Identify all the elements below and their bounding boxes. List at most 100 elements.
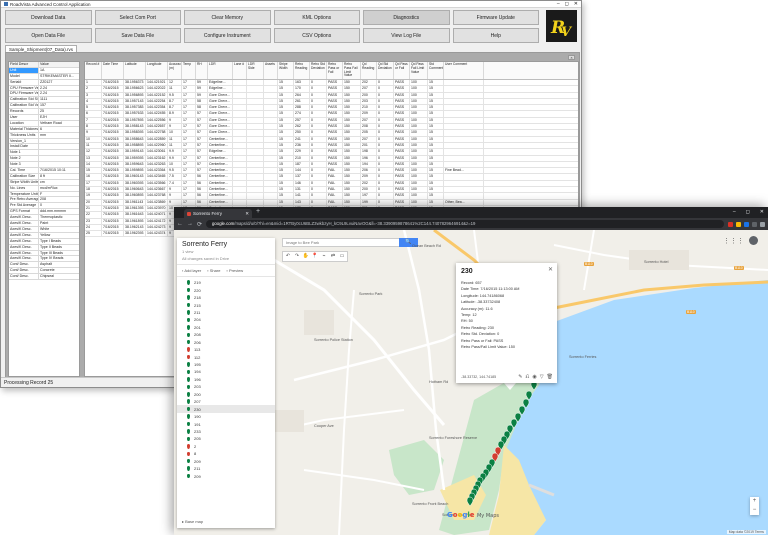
map-title[interactable]: Sorrento Ferry: [177, 238, 275, 248]
list-item[interactable]: 190: [187, 413, 275, 420]
undo-icon[interactable]: ↶: [284, 253, 292, 260]
column-header[interactable]: Accuracy (m): [168, 62, 182, 79]
list-item[interactable]: 112: [187, 353, 275, 360]
add-layer-button[interactable]: Add layer: [182, 268, 201, 273]
draw-line-icon[interactable]: ⌁: [320, 253, 328, 260]
list-item[interactable]: 219: [187, 279, 275, 286]
column-header[interactable]: Longitude: [146, 62, 168, 79]
back-button[interactable]: ←: [177, 221, 183, 227]
column-header[interactable]: Std Comments: [428, 62, 444, 79]
camera-icon[interactable]: ◉: [532, 374, 536, 380]
list-item[interactable]: 233: [187, 428, 275, 435]
column-header[interactable]: Retro Pass Fail Limit Value: [343, 62, 361, 79]
column-header[interactable]: Qd Std Deviation: [377, 62, 394, 79]
extension-icon[interactable]: [744, 221, 749, 227]
list-item[interactable]: 200: [187, 391, 275, 398]
directions-icon[interactable]: ⇄: [329, 253, 337, 260]
close-doc-icon[interactable]: ×: [568, 55, 575, 60]
add-marker-icon[interactable]: 📍: [311, 253, 319, 260]
new-tab-button[interactable]: +: [256, 208, 260, 215]
view-log-file-button[interactable]: View Log File: [363, 28, 450, 43]
maximize-button[interactable]: ◻: [565, 1, 569, 8]
avatar[interactable]: [749, 236, 758, 245]
list-item[interactable]: 194: [187, 368, 275, 375]
save-data-file-button[interactable]: Save Data File: [94, 28, 181, 43]
forward-button[interactable]: →: [187, 221, 193, 227]
configure-instrument-button[interactable]: Configure Instrument: [184, 28, 271, 43]
pan-icon[interactable]: ✋: [302, 253, 310, 260]
directions-icon[interactable]: ▽: [540, 374, 544, 380]
csv-options-button[interactable]: CSV Options: [273, 28, 360, 43]
delete-icon[interactable]: 🗑: [547, 374, 553, 380]
zoom-out-button[interactable]: −: [750, 506, 759, 515]
column-header[interactable]: Retro Reading: [294, 62, 310, 79]
clear-memory-button[interactable]: Clear Memory: [184, 10, 271, 25]
browser-minimize-button[interactable]: –: [733, 207, 736, 218]
select-com-port-button[interactable]: Select Com Port: [94, 10, 181, 25]
map-marker[interactable]: [466, 496, 474, 507]
list-item[interactable]: 220: [187, 286, 275, 293]
edit-icon[interactable]: ✎: [518, 374, 522, 380]
map-search-input[interactable]: Image to Bee Park: [282, 238, 417, 247]
measure-icon[interactable]: ▭: [338, 253, 346, 260]
zoom-in-button[interactable]: +: [750, 497, 759, 506]
map-marker[interactable]: [525, 390, 533, 401]
list-item[interactable]: 208: [187, 331, 275, 338]
list-item[interactable]: 191: [187, 420, 275, 427]
apps-grid-icon[interactable]: ⋮⋮⋮: [723, 237, 744, 245]
column-header[interactable]: LDR Side: [247, 62, 264, 79]
extension-icon[interactable]: [728, 221, 733, 227]
list-item[interactable]: 215: [187, 301, 275, 308]
base-map-toggle[interactable]: Base map: [182, 519, 203, 524]
list-item[interactable]: 207: [187, 398, 275, 405]
list-item[interactable]: 209: [187, 458, 275, 465]
column-header[interactable]: Record #: [85, 62, 102, 79]
diagnostics-button[interactable]: Diagnostics: [363, 10, 450, 25]
column-header[interactable]: LDR: [208, 62, 233, 79]
list-item[interactable]: 209: [187, 472, 275, 479]
browser-maximize-button[interactable]: ◻: [746, 207, 750, 218]
kml-options-button[interactable]: KML Options: [273, 10, 360, 25]
column-header[interactable]: Temp: [182, 62, 196, 79]
extension-icon[interactable]: [752, 221, 757, 227]
column-header[interactable]: Date Time: [102, 62, 124, 79]
column-header[interactable]: Assets: [264, 62, 278, 79]
column-header[interactable]: Retro Std Deviation: [310, 62, 327, 79]
tab-sorrento-ferry[interactable]: Sorrento Ferry ✕: [184, 209, 252, 218]
extension-icon[interactable]: [760, 221, 765, 227]
map-attribution[interactable]: Map data ©2019 Terms: [726, 530, 766, 534]
column-header[interactable]: User Comment: [444, 62, 484, 79]
column-header[interactable]: Latitude: [124, 62, 146, 79]
list-item[interactable]: 204: [187, 316, 275, 323]
property-row[interactable]: Cont/ Desc. Chipseal: [9, 274, 79, 280]
list-item[interactable]: 2: [187, 443, 275, 450]
extension-icon[interactable]: [736, 221, 741, 227]
list-item[interactable]: 203: [187, 383, 275, 390]
column-header[interactable]: Retro Pass or Fail: [327, 62, 343, 79]
column-header[interactable]: Qd Pass or Fail: [394, 62, 410, 79]
style-icon[interactable]: ⎌: [525, 374, 529, 380]
redo-icon[interactable]: ↷: [293, 253, 301, 260]
share-button[interactable]: Share: [207, 268, 221, 273]
list-item[interactable]: 230: [177, 405, 275, 413]
close-button[interactable]: ✕: [574, 1, 578, 8]
close-icon[interactable]: ✕: [548, 266, 553, 273]
help-button[interactable]: Help: [452, 28, 539, 43]
browser-close-button[interactable]: ✕: [760, 207, 764, 218]
map-canvas[interactable]: Image to Bee Park 🔍 ↶ ↷ ✋ 📍 ⌁ ⇄ ▭ ⋮⋮⋮ Ocean Be…: [174, 230, 768, 535]
list-item[interactable]: 218: [187, 294, 275, 301]
reload-button[interactable]: ⟳: [197, 221, 202, 228]
list-item[interactable]: 195: [187, 361, 275, 368]
list-item[interactable]: 196: [187, 376, 275, 383]
open-data-file-button[interactable]: Open Data File: [5, 28, 92, 43]
url-input[interactable]: google.com/maps/d/u/0/?hl=en&mid=1RTBy0c…: [206, 220, 724, 228]
list-item[interactable]: 8: [187, 450, 275, 457]
list-item[interactable]: 206: [187, 339, 275, 346]
column-header[interactable]: Stripe Width: [278, 62, 294, 79]
column-header[interactable]: RH: [196, 62, 208, 79]
tab-close-icon[interactable]: ✕: [245, 209, 249, 218]
firmware-update-button[interactable]: Firmware Update: [452, 10, 539, 25]
list-item[interactable]: 205: [187, 435, 275, 442]
list-item[interactable]: 201: [187, 324, 275, 331]
column-header[interactable]: Qd Reading: [361, 62, 377, 79]
